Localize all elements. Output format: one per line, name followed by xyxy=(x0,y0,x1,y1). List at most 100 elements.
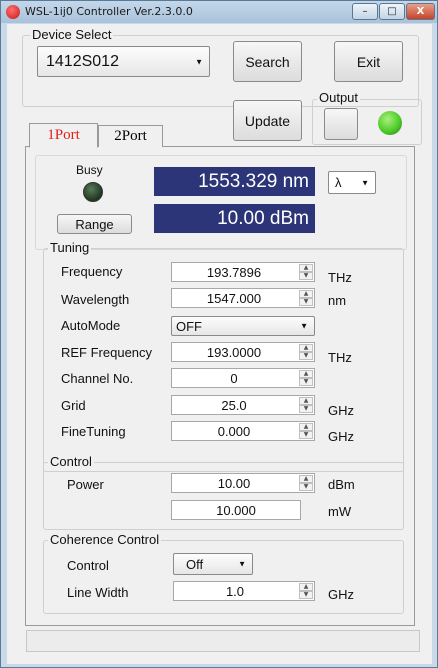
line-width-stepper[interactable]: ▲ ▼ xyxy=(299,583,313,599)
up-arrow-icon[interactable]: ▲ xyxy=(299,583,313,591)
window-title: WSL-1ĳ0 Controller Ver.2.3.0.0 xyxy=(25,5,193,18)
down-arrow-icon[interactable]: ▼ xyxy=(299,591,313,599)
wavelength-unit: nm xyxy=(328,293,347,308)
line-width-value: 1.0 xyxy=(225,583,245,599)
coherence-control-value: Off xyxy=(186,556,204,572)
down-arrow-icon[interactable]: ▼ xyxy=(299,378,313,386)
tab-2port[interactable]: 2Port xyxy=(98,125,163,147)
power-label: Power xyxy=(67,477,104,492)
tab-1port-label: 1Port xyxy=(47,127,80,143)
up-arrow-icon[interactable]: ▲ xyxy=(299,475,313,483)
grid-stepper[interactable]: ▲ ▼ xyxy=(299,397,313,413)
power-stepper[interactable]: ▲ ▼ xyxy=(299,475,313,491)
update-button[interactable]: Update xyxy=(233,100,302,141)
frequency-label: Frequency xyxy=(61,264,123,279)
busy-label: Busy xyxy=(76,163,103,177)
up-arrow-icon[interactable]: ▲ xyxy=(299,290,313,298)
channel-no-label: Channel No. xyxy=(61,371,134,386)
chevron-down-icon: ▼ xyxy=(195,57,203,66)
ref-frequency-label: REF Frequency xyxy=(61,345,153,360)
wavelength-input[interactable]: 1547.000 ▲ ▼ xyxy=(171,288,315,308)
power-dbm-unit: dBm xyxy=(328,477,355,492)
device-select-label: Device Select xyxy=(30,27,114,42)
up-arrow-icon[interactable]: ▲ xyxy=(299,370,313,378)
device-select-value: 1412S012 xyxy=(46,52,119,70)
coherence-control-title: Coherence Control xyxy=(48,532,162,547)
grid-value: 25.0 xyxy=(221,397,247,413)
close-button[interactable]: X xyxy=(406,3,435,20)
maximize-button[interactable]: □ xyxy=(379,3,405,20)
grid-unit: GHz xyxy=(328,403,354,418)
ref-frequency-unit: THz xyxy=(328,350,352,365)
frequency-value: 193.7896 xyxy=(206,264,262,280)
power-display: 10.00 dBm xyxy=(154,204,315,233)
frequency-unit: THz xyxy=(328,270,352,285)
power-mw-field[interactable]: 10.000 xyxy=(171,500,301,520)
app-icon xyxy=(6,5,20,19)
device-select-dropdown[interactable]: 1412S012 ▼ xyxy=(37,46,210,77)
down-arrow-icon[interactable]: ▼ xyxy=(299,272,313,280)
client-area: Device Select 1412S012 ▼ Search Exit Upd… xyxy=(7,24,432,664)
coherence-control-dropdown[interactable]: Off ▼ xyxy=(173,553,253,575)
finetuning-input[interactable]: 0.000 ▲ ▼ xyxy=(171,421,315,441)
exit-button[interactable]: Exit xyxy=(334,41,403,82)
automode-label: AutoMode xyxy=(61,318,121,333)
coherence-control-label: Control xyxy=(67,558,109,573)
control-title: Control xyxy=(48,454,94,469)
down-arrow-icon[interactable]: ▼ xyxy=(299,298,313,306)
search-button[interactable]: Search xyxy=(233,41,302,82)
wavelength-display: 1553.329 nm xyxy=(154,167,315,196)
output-label: Output xyxy=(317,90,361,105)
finetuning-label: FineTuning xyxy=(61,424,126,439)
grid-label: Grid xyxy=(61,398,86,413)
tuning-title: Tuning xyxy=(48,240,92,255)
up-arrow-icon[interactable]: ▲ xyxy=(299,264,313,272)
minimize-button[interactable]: – xyxy=(352,3,378,20)
coherence-control-group xyxy=(43,540,404,614)
line-width-label: Line Width xyxy=(67,585,129,600)
line-width-unit: GHz xyxy=(328,587,354,602)
title-bar[interactable]: WSL-1ĳ0 Controller Ver.2.3.0.0 – □ X xyxy=(1,1,437,23)
automode-dropdown[interactable]: OFF ▼ xyxy=(171,316,315,336)
channel-no-input[interactable]: 0 ▲ ▼ xyxy=(171,368,315,388)
finetuning-stepper[interactable]: ▲ ▼ xyxy=(299,423,313,439)
chevron-down-icon: ▼ xyxy=(300,321,308,331)
wavelength-stepper[interactable]: ▲ ▼ xyxy=(299,290,313,306)
finetuning-unit: GHz xyxy=(328,429,354,444)
line-width-input[interactable]: 1.0 ▲ ▼ xyxy=(173,581,315,601)
busy-led-icon xyxy=(83,182,103,202)
range-button[interactable]: Range xyxy=(57,214,132,234)
wavelength-label: Wavelength xyxy=(61,292,130,307)
power-mw-unit: mW xyxy=(328,504,352,519)
ref-frequency-stepper[interactable]: ▲ ▼ xyxy=(299,344,313,360)
frequency-stepper[interactable]: ▲ ▼ xyxy=(299,264,313,280)
tab-1port[interactable]: 1Port xyxy=(29,123,98,148)
up-arrow-icon[interactable]: ▲ xyxy=(299,344,313,352)
output-led-icon xyxy=(378,111,402,135)
down-arrow-icon[interactable]: ▼ xyxy=(299,483,313,491)
up-arrow-icon[interactable]: ▲ xyxy=(299,423,313,431)
tab-2port-label: 2Port xyxy=(114,128,147,144)
ref-frequency-input[interactable]: 193.0000 ▲ ▼ xyxy=(171,342,315,362)
finetuning-value: 0.000 xyxy=(217,423,251,439)
up-arrow-icon[interactable]: ▲ xyxy=(299,397,313,405)
unit-select-dropdown[interactable]: λ ▼ xyxy=(328,171,376,194)
chevron-down-icon: ▼ xyxy=(361,178,369,187)
frequency-input[interactable]: 193.7896 ▲ ▼ xyxy=(171,262,315,282)
grid-input[interactable]: 25.0 ▲ ▼ xyxy=(171,395,315,415)
status-bar xyxy=(26,630,420,652)
automode-value: OFF xyxy=(176,318,202,334)
down-arrow-icon[interactable]: ▼ xyxy=(299,431,313,439)
output-toggle-button[interactable] xyxy=(324,108,358,140)
ref-frequency-value: 193.0000 xyxy=(206,344,262,360)
channel-no-value: 0 xyxy=(230,370,238,386)
unit-select-value: λ xyxy=(335,175,342,190)
wavelength-value: 1547.000 xyxy=(206,290,262,306)
channel-no-stepper[interactable]: ▲ ▼ xyxy=(299,370,313,386)
chevron-down-icon: ▼ xyxy=(238,559,246,569)
power-dbm-input[interactable]: 10.00 ▲ ▼ xyxy=(171,473,315,493)
power-dbm-value: 10.00 xyxy=(217,475,251,491)
down-arrow-icon[interactable]: ▼ xyxy=(299,405,313,413)
main-window: WSL-1ĳ0 Controller Ver.2.3.0.0 – □ X Dev… xyxy=(0,0,438,668)
down-arrow-icon[interactable]: ▼ xyxy=(299,352,313,360)
